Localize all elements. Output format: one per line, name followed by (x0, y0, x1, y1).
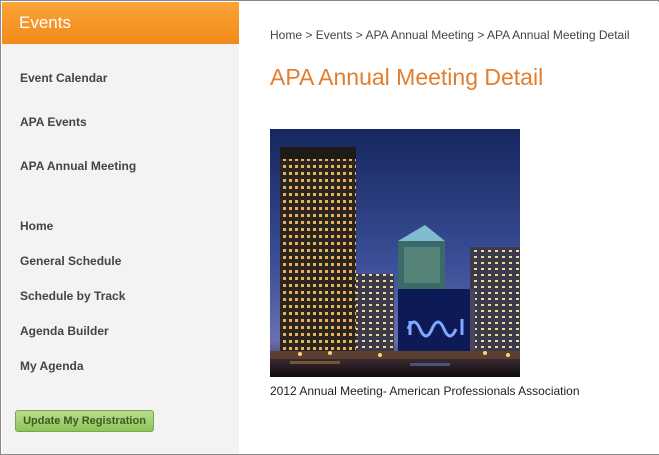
sidebar-item-general-schedule[interactable]: General Schedule (20, 254, 121, 268)
sidebar-item-my-agenda[interactable]: My Agenda (20, 359, 84, 373)
sidebar-item-event-calendar[interactable]: Event Calendar (20, 71, 107, 85)
breadcrumb-home[interactable]: Home (270, 28, 302, 42)
breadcrumb: Home > Events > APA Annual Meeting > APA… (270, 28, 630, 42)
sidebar-item-schedule-by-track[interactable]: Schedule by Track (20, 289, 125, 303)
sidebar-item-agenda-builder[interactable]: Agenda Builder (20, 324, 109, 338)
sidebar-title: Events (2, 2, 239, 44)
breadcrumb-apa-annual-meeting[interactable]: APA Annual Meeting (365, 28, 474, 42)
sidebar-item-apa-annual-meeting[interactable]: APA Annual Meeting (20, 159, 136, 173)
update-registration-button[interactable]: Update My Registration (15, 410, 154, 432)
sidebar-item-home[interactable]: Home (20, 219, 53, 233)
breadcrumb-separator: > (305, 28, 313, 42)
sidebar-item-apa-events[interactable]: APA Events (20, 115, 87, 129)
breadcrumb-current: APA Annual Meeting Detail (487, 28, 630, 42)
window-frame: Events Event Calendar APA Events APA Ann… (0, 0, 659, 455)
breadcrumb-separator: > (355, 28, 363, 42)
photo-caption: 2012 Annual Meeting- American Profession… (270, 384, 580, 398)
sidebar: Events Event Calendar APA Events APA Ann… (2, 2, 239, 454)
main-content: Home > Events > APA Annual Meeting > APA… (239, 2, 659, 454)
page-title: APA Annual Meeting Detail (270, 64, 544, 90)
breadcrumb-separator: > (477, 28, 485, 42)
breadcrumb-events[interactable]: Events (316, 28, 353, 42)
event-photo (270, 129, 520, 377)
